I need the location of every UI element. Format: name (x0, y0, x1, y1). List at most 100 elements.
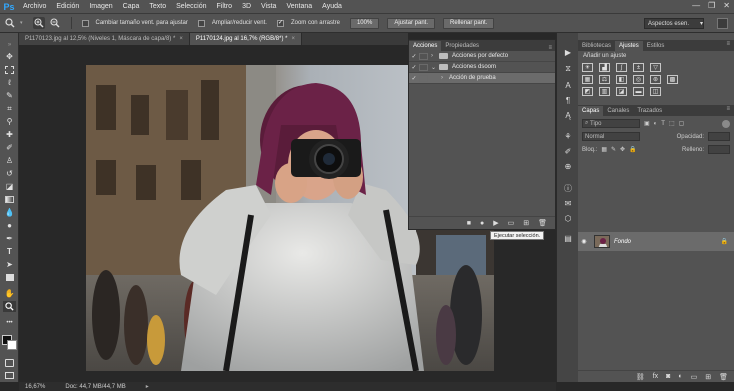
fill-field[interactable] (708, 145, 730, 154)
type-tool-icon[interactable]: T (3, 246, 16, 257)
panel-menu-icon[interactable]: ≡ (726, 41, 730, 47)
close-button[interactable]: ✕ (723, 1, 730, 10)
background-color-swatch[interactable] (7, 340, 17, 350)
posterize-icon[interactable]: ▥ (599, 87, 610, 96)
color-balance-icon[interactable]: ⚖ (599, 75, 610, 84)
more-tools-icon[interactable]: ••• (3, 317, 16, 328)
close-icon[interactable]: × (291, 36, 295, 42)
pen-tool-icon[interactable]: ✒ (3, 233, 16, 244)
minimize-button[interactable]: — (692, 1, 700, 10)
clone-stamp-tool-icon[interactable]: ♙ (3, 155, 16, 166)
history-brush-tool-icon[interactable]: ↺ (3, 168, 16, 179)
workspace-select[interactable]: Aspectos esen. ▾ (644, 18, 704, 29)
document-tab-active[interactable]: P1170124.jpg al 16,7% (RGB/8*) * × (189, 33, 302, 45)
zoom-all-windows-checkbox[interactable] (197, 19, 205, 27)
document-tab[interactable]: P1170123.jpg al 12,5% (Niveles 1, Máscar… (19, 33, 190, 45)
layer-style-icon[interactable]: fx (653, 373, 658, 380)
dialog-toggle-box[interactable] (419, 63, 428, 71)
panel-menu-icon[interactable]: ≡ (548, 45, 555, 51)
brightness-icon[interactable]: ☀ (582, 63, 593, 72)
filter-adjustment-icon[interactable]: ◐ (654, 121, 658, 127)
lasso-tool-icon[interactable]: ℓ (3, 77, 16, 88)
action-row[interactable]: ✓ › Acción de prueba (409, 73, 555, 84)
vibrance-icon[interactable]: ▽ (650, 63, 661, 72)
actions-dock-icon[interactable]: ▶ (562, 47, 574, 58)
tab-propiedades[interactable]: Propiedades (441, 41, 483, 51)
brush-presets-dock-icon[interactable]: ⚘ (562, 131, 574, 142)
expand-arrow-icon[interactable]: › (441, 75, 449, 81)
record-icon[interactable]: ● (480, 220, 484, 227)
workspace-switcher-icon[interactable] (717, 18, 728, 29)
menu-seleccion[interactable]: Selección (171, 3, 211, 10)
stop-recording-icon[interactable]: ■ (467, 220, 471, 227)
add-mask-icon[interactable]: ◙ (666, 373, 670, 380)
notes-dock-icon[interactable]: ✉ (562, 198, 574, 209)
tab-bibliotecas[interactable]: Bibliotecas (578, 41, 615, 51)
menu-ayuda[interactable]: Ayuda (317, 3, 347, 10)
menu-texto[interactable]: Texto (144, 3, 171, 10)
history-dock-icon[interactable]: ⧖ (562, 63, 574, 74)
zoom-tool-icon[interactable] (3, 301, 16, 312)
menu-edicion[interactable]: Edición (51, 3, 84, 10)
selective-color-icon[interactable]: ◫ (650, 87, 661, 96)
screen-mode-icon[interactable] (3, 370, 16, 381)
layer-name[interactable]: Fondo (614, 239, 631, 245)
hand-tool-icon[interactable]: ✋ (3, 288, 16, 299)
eraser-tool-icon[interactable]: ◪ (3, 181, 16, 192)
tab-trazados[interactable]: Trazados (633, 106, 666, 116)
tab-ajustes[interactable]: Ajustes (615, 41, 643, 51)
tab-canales[interactable]: Canales (603, 106, 633, 116)
gradient-tool-icon[interactable] (3, 194, 16, 205)
zoom-out-icon[interactable] (49, 17, 61, 29)
dialog-toggle-box[interactable] (419, 52, 428, 60)
photo-filter-icon[interactable]: ◎ (633, 75, 644, 84)
toggle-checkmark-icon[interactable]: ✓ (409, 75, 419, 82)
lock-paint-icon[interactable]: ✎ (611, 146, 616, 153)
new-action-icon[interactable]: ⊞ (523, 219, 529, 227)
filter-toggle[interactable] (722, 119, 730, 128)
filter-shape-icon[interactable]: ⬚ (669, 120, 675, 127)
action-set-row[interactable]: ✓ › Acciones por defecto (409, 51, 555, 62)
lock-pixels-icon[interactable]: ▦ (601, 146, 607, 153)
collapse-arrow-icon[interactable]: ⌄ (431, 64, 439, 71)
zoom-tool-preset-icon[interactable] (4, 17, 16, 29)
zoom-level[interactable]: 16,67% (25, 384, 45, 390)
trash-icon[interactable]: 🗑 (538, 219, 547, 227)
close-icon[interactable]: × (179, 36, 183, 42)
character-dock-icon[interactable]: A (562, 80, 574, 91)
toggle-checkmark-icon[interactable]: ✓ (409, 64, 419, 71)
lock-move-icon[interactable]: ✥ (620, 146, 625, 153)
exposure-icon[interactable]: ± (633, 63, 644, 72)
curves-icon[interactable]: ∫ (616, 63, 627, 72)
trash-icon[interactable]: 🗑 (719, 373, 728, 381)
gradient-map-icon[interactable]: ▬ (633, 87, 644, 96)
panel-menu-icon[interactable]: ≡ (726, 106, 730, 112)
3d-dock-icon[interactable]: ⬡ (562, 213, 574, 224)
restore-button[interactable]: ❐ (708, 1, 715, 10)
move-tool-icon[interactable]: ✥ (3, 51, 16, 62)
menu-capa[interactable]: Capa (118, 3, 145, 10)
new-group-icon[interactable]: ▭ (691, 373, 698, 381)
filter-type-icon[interactable]: T (661, 121, 665, 127)
menu-ventana[interactable]: Ventana (281, 3, 317, 10)
visibility-eye-icon[interactable]: ◉ (578, 238, 590, 245)
path-selection-tool-icon[interactable]: ➤ (3, 259, 16, 270)
toggle-checkmark-icon[interactable]: ✓ (409, 53, 419, 60)
blend-mode-select[interactable]: Normal (582, 132, 640, 141)
dialog-toggle-box[interactable] (419, 74, 428, 82)
menu-vista[interactable]: Vista (256, 3, 281, 10)
quick-mask-icon[interactable] (3, 357, 16, 368)
menu-imagen[interactable]: Imagen (84, 3, 117, 10)
info-dock-icon[interactable]: ⓘ (562, 183, 574, 194)
collapse-toolbar-icon[interactable]: » (3, 39, 16, 50)
opacity-field[interactable] (708, 132, 730, 141)
threshold-icon[interactable]: ◪ (616, 87, 627, 96)
expand-arrow-icon[interactable]: › (431, 53, 439, 59)
new-adjustment-layer-icon[interactable]: ◐ (678, 373, 682, 380)
fill-screen-button[interactable]: Rellenar pant. (443, 17, 495, 29)
invert-icon[interactable]: ◩ (582, 87, 593, 96)
brush-dock-icon[interactable]: ✐ (562, 146, 574, 157)
new-layer-icon[interactable]: ⊞ (705, 373, 711, 381)
blur-tool-icon[interactable]: 💧 (3, 207, 16, 218)
eyedropper-tool-icon[interactable]: ⚲ (3, 116, 16, 127)
